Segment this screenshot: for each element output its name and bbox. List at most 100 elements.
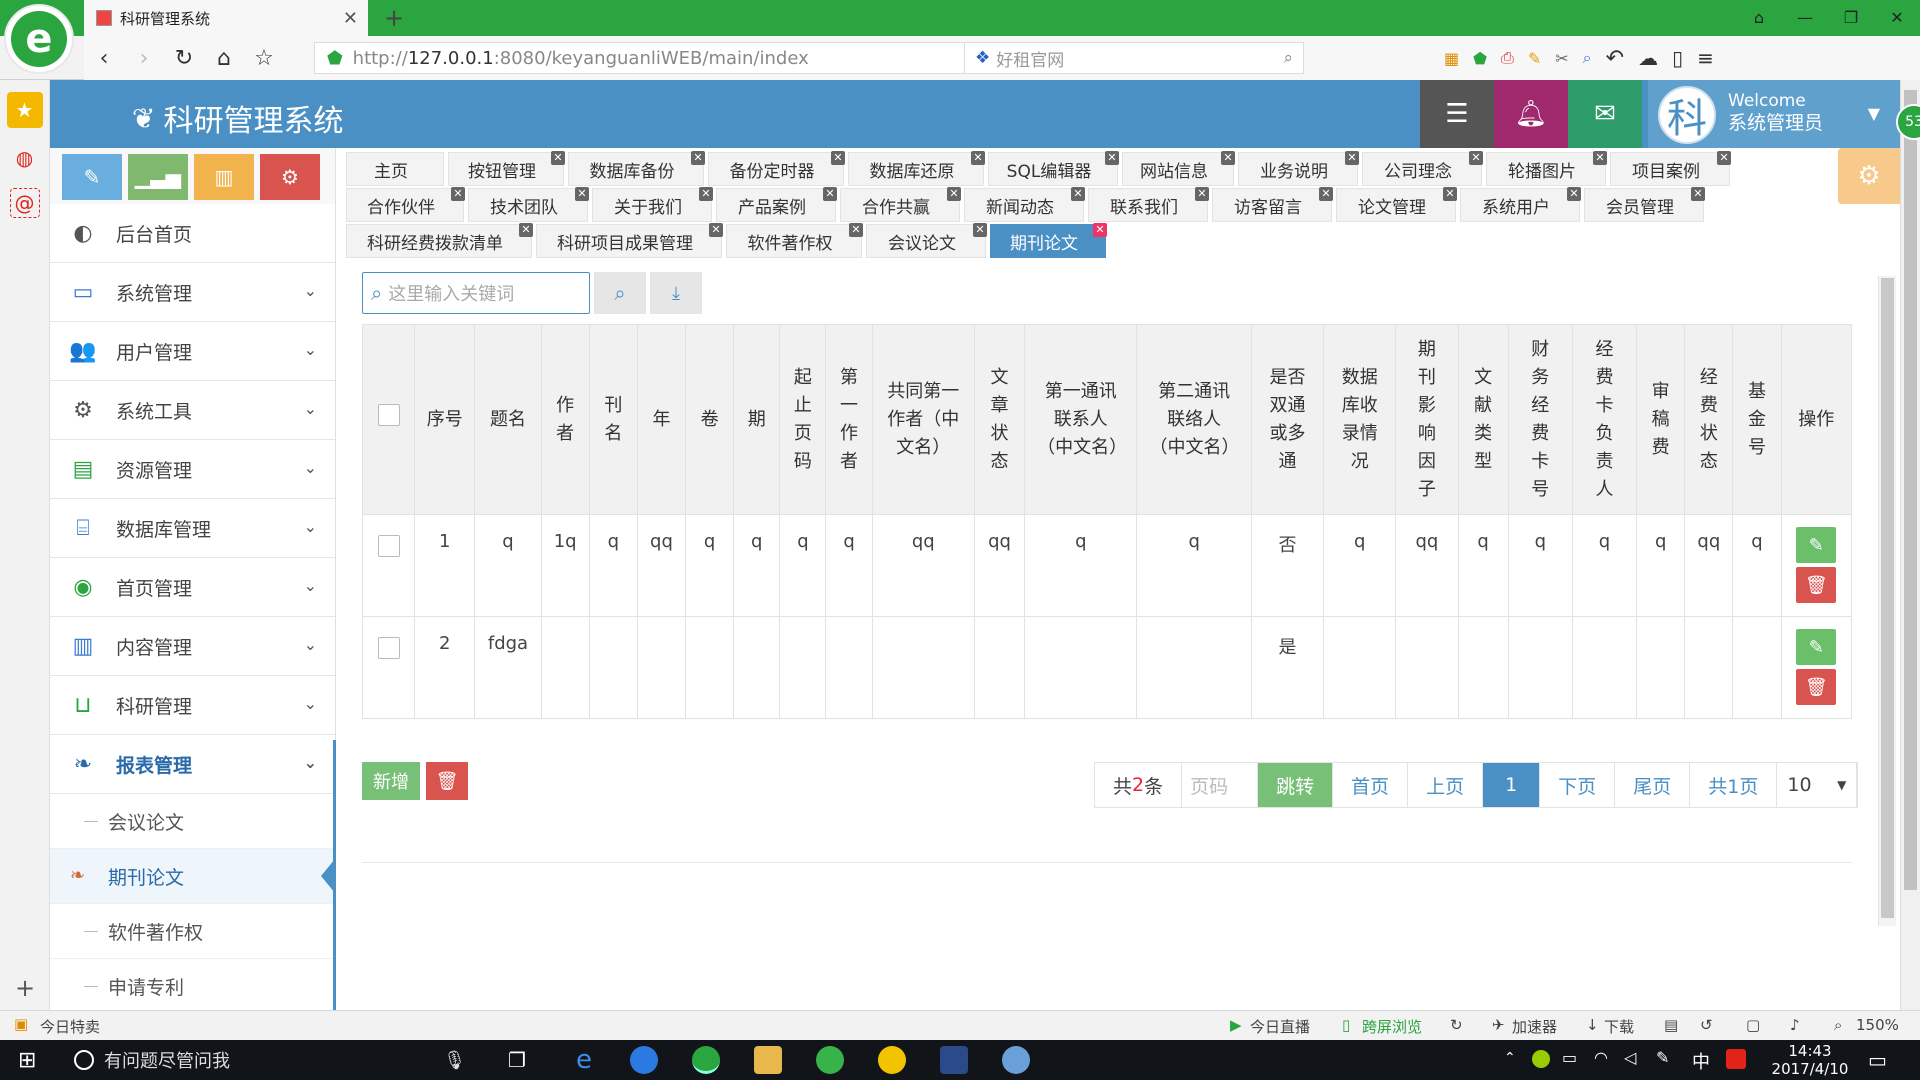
file-explorer-icon[interactable] — [754, 1046, 782, 1074]
tab-backup-timer[interactable]: 备份定时器 ✕ — [708, 151, 845, 186]
subitem-conference-papers[interactable]: 会议论文 — [50, 794, 335, 849]
col-header[interactable]: 起止页码 — [779, 324, 827, 515]
close-tab-icon[interactable]: ✕ — [1469, 151, 1483, 165]
ime-indicator[interactable]: 中 — [1692, 1048, 1710, 1074]
envelope-icon[interactable]: ✉ — [1568, 80, 1642, 148]
close-tab-icon[interactable]: ✕ — [1345, 151, 1359, 165]
tab-team[interactable]: 技术团队 ✕ — [468, 187, 589, 222]
home-icon[interactable]: ⌂ — [204, 46, 244, 71]
edit-button[interactable]: ✎ — [1796, 629, 1837, 665]
pin-icon[interactable]: ⌂ — [1736, 0, 1782, 36]
tab-contact[interactable]: 联系我们 ✕ — [1088, 187, 1209, 222]
col-header[interactable]: 第一作者 — [825, 324, 873, 515]
close-tab-icon[interactable]: ✕ — [1105, 151, 1119, 165]
tab-projects[interactable]: 项目案例 ✕ — [1610, 151, 1731, 186]
select-all-checkbox[interactable] — [377, 404, 400, 426]
tab-win-win[interactable]: 合作共赢 ✕ — [840, 187, 961, 222]
status-download[interactable]: 下载 — [1604, 1016, 1634, 1037]
sidebar-item-tools[interactable]: ⚙ 系统工具 ⌄ — [50, 381, 335, 440]
col-header[interactable]: 题名 — [474, 324, 542, 515]
col-header[interactable]: 数据库收录情况 — [1323, 324, 1397, 515]
tab-sql-editor[interactable]: SQL编辑器 ✕ — [988, 151, 1119, 186]
status-live[interactable]: 今日直播 — [1250, 1016, 1310, 1037]
col-header[interactable]: 财务经费卡号 — [1507, 324, 1573, 515]
col-header[interactable]: 作者 — [540, 324, 590, 515]
apps-icon[interactable]: ▦ — [1444, 49, 1459, 68]
browser-logo[interactable]: e — [4, 4, 74, 74]
bell-icon[interactable]: 🔔︎ — [1494, 80, 1568, 148]
wechat-icon[interactable] — [816, 1046, 844, 1074]
subitem-journal-papers[interactable]: ❧ 期刊论文 — [50, 849, 335, 904]
col-header[interactable]: 共同第一作者（中文名） — [871, 324, 975, 515]
sidebar-item-reports[interactable]: ❧ 报表管理 ⌄ — [50, 735, 335, 794]
page-size-select[interactable]: 10 ▼ — [1777, 763, 1858, 807]
close-tab-icon[interactable]: ✕ — [691, 151, 705, 165]
clock[interactable]: 14:43 2017/4/10 — [1760, 1042, 1860, 1078]
search-button[interactable]: ⌕ — [594, 272, 646, 314]
col-header[interactable]: 期 — [733, 324, 781, 515]
close-tab-icon[interactable]: ✕ — [1195, 187, 1209, 201]
sidebar-item-users[interactable]: 👥 用户管理 ⌄ — [50, 322, 335, 381]
current-page-button[interactable]: 1 — [1483, 763, 1541, 807]
col-header[interactable]: 基金号 — [1732, 324, 1782, 515]
tab-members[interactable]: 会员管理 ✕ — [1584, 187, 1705, 222]
close-tab-icon[interactable]: ✕ — [1717, 151, 1731, 165]
last-page-button[interactable]: 尾页 — [1615, 763, 1691, 807]
new-tab-icon[interactable]: + — [384, 4, 404, 32]
window-icon[interactable]: ▢ — [1746, 1016, 1760, 1034]
close-tab-icon[interactable]: ✕ — [575, 187, 589, 201]
favorites-star-icon[interactable]: ★ — [6, 92, 43, 128]
delete-button[interactable]: 🗑︎ — [1796, 567, 1837, 603]
cloud-icon[interactable]: ☁ — [1638, 46, 1658, 70]
pdf-icon[interactable]: ⎙ — [1501, 48, 1514, 68]
restore-icon[interactable]: ❐ — [1828, 0, 1874, 36]
close-tab-icon[interactable]: ✕ — [699, 187, 713, 201]
tab-product-cases[interactable]: 产品案例 ✕ — [716, 187, 837, 222]
content-scrollbar-thumb[interactable] — [1881, 278, 1894, 918]
sidebar-item-home[interactable]: ◐ 后台首页 — [50, 204, 335, 263]
shield-ext-icon[interactable]: ⬟ — [1473, 49, 1487, 68]
col-header[interactable]: 经费卡负责人 — [1571, 324, 1638, 515]
add-sidebar-icon[interactable]: + — [0, 966, 50, 1010]
col-header[interactable]: 文献类型 — [1457, 324, 1509, 515]
close-tab-icon[interactable]: ✕ — [519, 223, 533, 237]
close-tab-icon[interactable]: ✕ — [551, 151, 565, 165]
close-tab-icon[interactable]: ✕ — [849, 223, 863, 237]
browser-tab[interactable]: 科研管理系统 ✕ — [84, 0, 368, 36]
tab-sys-users[interactable]: 系统用户 ✕ — [1460, 187, 1581, 222]
phone-icon[interactable]: ▯ — [1672, 46, 1683, 70]
close-tab-icon[interactable]: ✕ — [451, 187, 465, 201]
tray-chevron-icon[interactable]: ⌃ — [1504, 1050, 1516, 1066]
next-page-button[interactable]: 下页 — [1540, 763, 1616, 807]
tab-funding-list[interactable]: 科研经费拨款清单 ✕ — [346, 223, 533, 258]
edit-button[interactable]: ✎ — [1796, 527, 1837, 563]
tray-volume-icon[interactable]: ◁ — [1624, 1048, 1636, 1067]
close-tab-icon[interactable]: ✕ — [823, 187, 837, 201]
close-tab-icon[interactable]: ✕ — [1221, 151, 1235, 165]
row-checkbox[interactable] — [377, 535, 400, 557]
tab-business[interactable]: 业务说明 ✕ — [1238, 151, 1359, 186]
tray-pen-icon[interactable]: ✎ — [1656, 1048, 1669, 1067]
close-tab-icon[interactable]: ✕ — [1691, 187, 1705, 201]
qq-music-icon[interactable] — [878, 1046, 906, 1074]
tab-software-copyright[interactable]: 软件著作权 ✕ — [726, 223, 863, 258]
weibo-icon[interactable]: ◍ — [7, 140, 43, 176]
row-checkbox[interactable] — [377, 637, 400, 659]
today-sale-link[interactable]: 今日特卖 — [40, 1016, 100, 1037]
first-page-button[interactable]: 首页 — [1333, 763, 1409, 807]
tray-wifi-icon[interactable]: ◠ — [1594, 1048, 1608, 1067]
scrollbar-thumb[interactable] — [1904, 90, 1917, 890]
favorite-star-icon[interactable]: ☆ — [244, 46, 284, 71]
sidebar-item-database[interactable]: ⌸ 数据库管理 ⌄ — [50, 499, 335, 558]
undo-icon[interactable]: ↶ — [1606, 46, 1624, 71]
page-number-input[interactable]: 页码 — [1182, 763, 1259, 807]
menu-icon[interactable]: ≡ — [1697, 46, 1714, 70]
settings-gear-icon[interactable]: ⚙ — [1838, 148, 1900, 204]
tab-journal-papers[interactable]: 期刊论文 ✕ — [990, 223, 1107, 258]
close-tab-icon[interactable]: ✕ — [971, 151, 985, 165]
taskbar-search[interactable]: 有问题尽管问我 🎙︎ — [64, 1040, 484, 1080]
sidebar-item-system[interactable]: ▭ 系统管理 ⌄ — [50, 263, 335, 322]
app-circle-icon[interactable] — [630, 1046, 658, 1074]
add-button[interactable]: 新增 — [362, 762, 420, 800]
tab-site-info[interactable]: 网站信息 ✕ — [1122, 151, 1235, 186]
